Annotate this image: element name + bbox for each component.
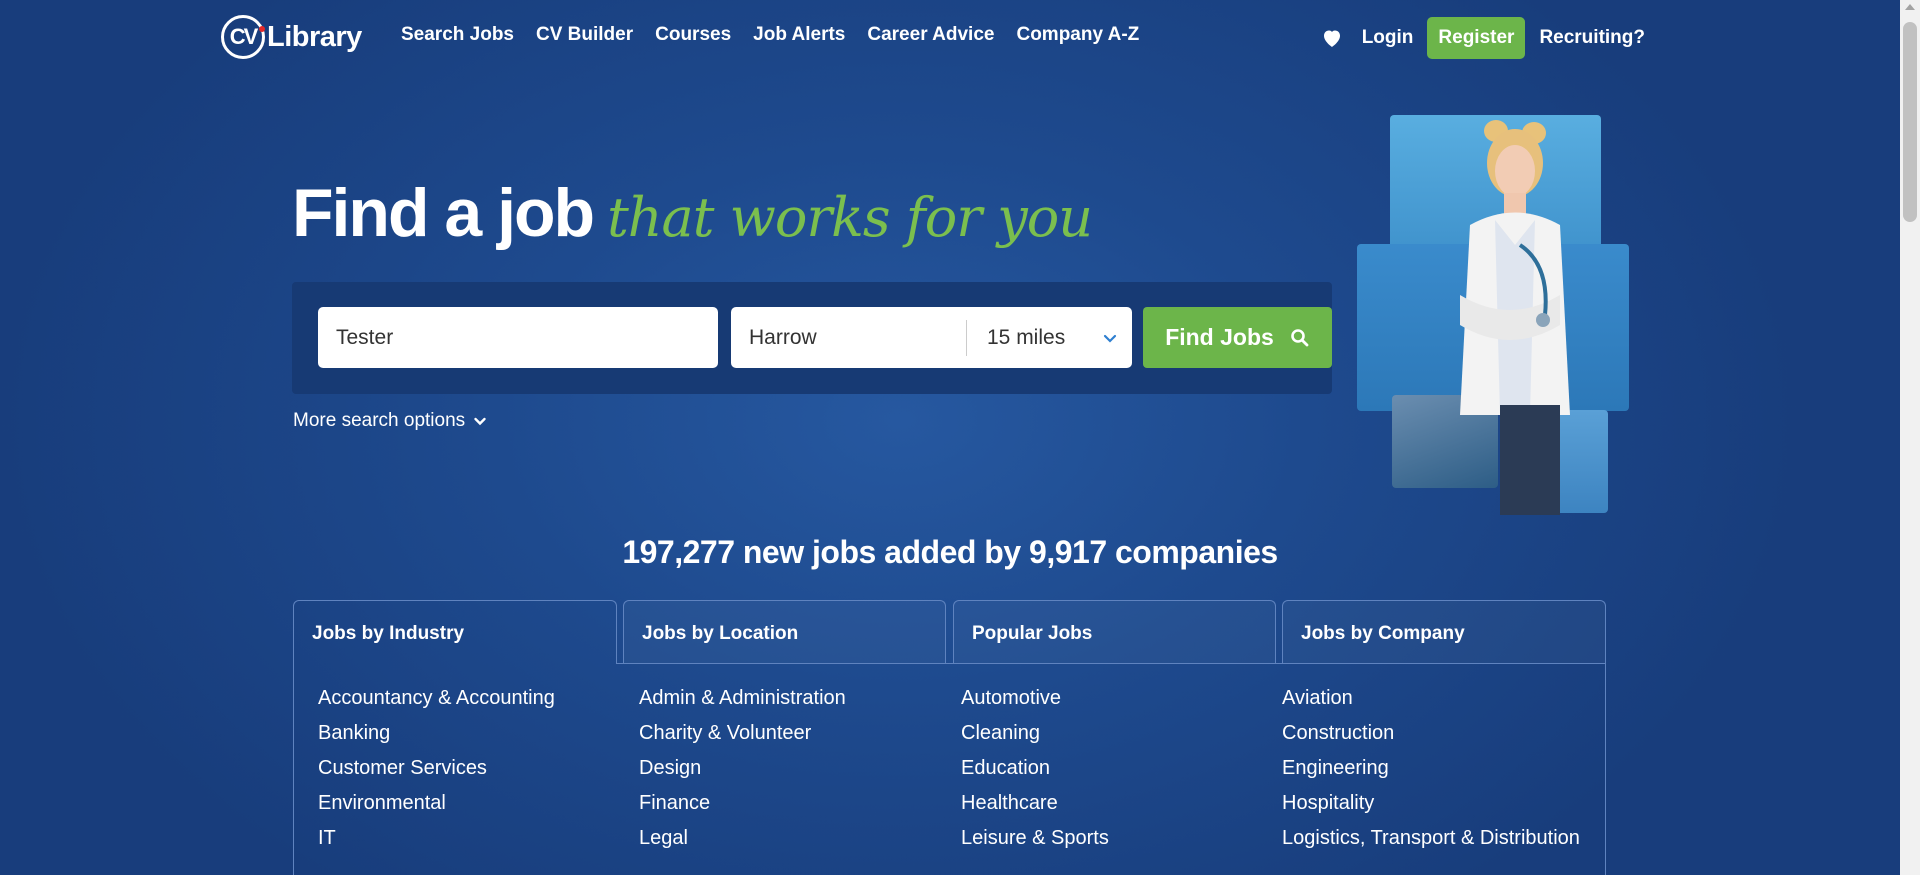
search-icon [1291,328,1309,346]
register-button[interactable]: Register [1427,17,1526,59]
job-category-column: Aviation Construction Engineering Hospit… [1282,686,1580,861]
job-category-link[interactable]: Accountancy & Accounting [318,686,555,721]
chevron-down-icon [1103,334,1117,343]
jobs-stats-heading: 197,277 new jobs added by 9,917 companie… [622,534,1278,570]
job-category-link[interactable]: Healthcare [961,791,1109,826]
job-category-link[interactable]: Aviation [1282,686,1580,721]
job-category-link[interactable]: Cleaning [961,721,1109,756]
location-input[interactable]: Harrow [731,319,967,356]
job-search-panel: Tester Harrow 15 miles Find Jobs [292,282,1332,394]
job-category-link[interactable]: Automotive [961,686,1109,721]
hero-person-image [1460,120,1570,515]
recruiting-link[interactable]: Recruiting? [1539,27,1645,49]
nav-job-alerts[interactable]: Job Alerts [753,24,845,46]
job-category-link[interactable]: Banking [318,721,555,756]
nav-courses[interactable]: Courses [655,24,731,46]
keyword-input[interactable]: Tester [318,307,718,368]
location-field: Harrow 15 miles [731,307,1132,368]
site-header: CV Library Search Jobs CV Builder Course… [0,0,1900,76]
find-jobs-button[interactable]: Find Jobs [1143,307,1332,368]
find-jobs-label: Find Jobs [1165,324,1274,350]
job-category-column: Accountancy & Accounting Banking Custome… [318,686,555,861]
distance-value: 15 miles [987,325,1066,349]
tab-popular-jobs[interactable]: Popular Jobs [953,600,1276,664]
job-category-link[interactable]: Construction [1282,721,1580,756]
jobs-tabs: Jobs by Industry Jobs by Location Popula… [293,600,1606,664]
job-category-link[interactable]: Design [639,756,846,791]
tab-jobs-by-location[interactable]: Jobs by Location [623,600,946,664]
scroll-up-arrow[interactable] [1905,4,1915,10]
distance-select[interactable]: 15 miles [967,326,1132,350]
nav-search-jobs[interactable]: Search Jobs [401,24,514,46]
tab-jobs-by-industry[interactable]: Jobs by Industry [293,600,617,664]
heart-icon[interactable] [1320,26,1344,50]
nav-company-a-z[interactable]: Company A-Z [1016,24,1139,46]
hero-title: Find a job [292,175,595,251]
job-category-link[interactable]: IT [318,826,555,861]
hero-heading: Find a job that works for you [292,174,1093,252]
job-category-link[interactable]: Leisure & Sports [961,826,1109,861]
job-category-link[interactable]: Customer Services [318,756,555,791]
chevron-down-icon [474,417,486,426]
job-category-link[interactable]: Logistics, Transport & Distribution [1282,826,1580,861]
more-search-options[interactable]: More search options [293,410,487,432]
job-category-column: Automotive Cleaning Education Healthcare… [961,686,1109,861]
job-category-link[interactable]: Finance [639,791,846,826]
scrollbar-thumb[interactable] [1903,22,1917,222]
cv-library-logo[interactable]: CV Library [221,11,362,63]
tab-jobs-by-company[interactable]: Jobs by Company [1282,600,1606,664]
job-category-link[interactable]: Environmental [318,791,555,826]
login-link[interactable]: Login [1362,27,1414,49]
tab-divider [617,663,1606,664]
logo-text: Library [267,20,362,53]
job-category-link[interactable]: Education [961,756,1109,791]
page-scrollbar[interactable] [1900,0,1920,875]
hero-tagline: that works for you [607,186,1093,249]
logo-mark: CV [221,15,265,59]
account-nav: Login Register Recruiting? [1320,17,1645,59]
nav-cv-builder[interactable]: CV Builder [536,24,633,46]
job-category-link[interactable]: Charity & Volunteer [639,721,846,756]
job-category-link[interactable]: Hospitality [1282,791,1580,826]
job-category-link[interactable]: Admin & Administration [639,686,846,721]
job-category-column: Admin & Administration Charity & Volunte… [639,686,846,861]
nav-career-advice[interactable]: Career Advice [867,24,994,46]
job-category-link[interactable]: Engineering [1282,756,1580,791]
main-nav: Search Jobs CV Builder Courses Job Alert… [401,24,1161,46]
job-category-link[interactable]: Legal [639,826,846,861]
more-search-options-label: More search options [293,410,466,431]
